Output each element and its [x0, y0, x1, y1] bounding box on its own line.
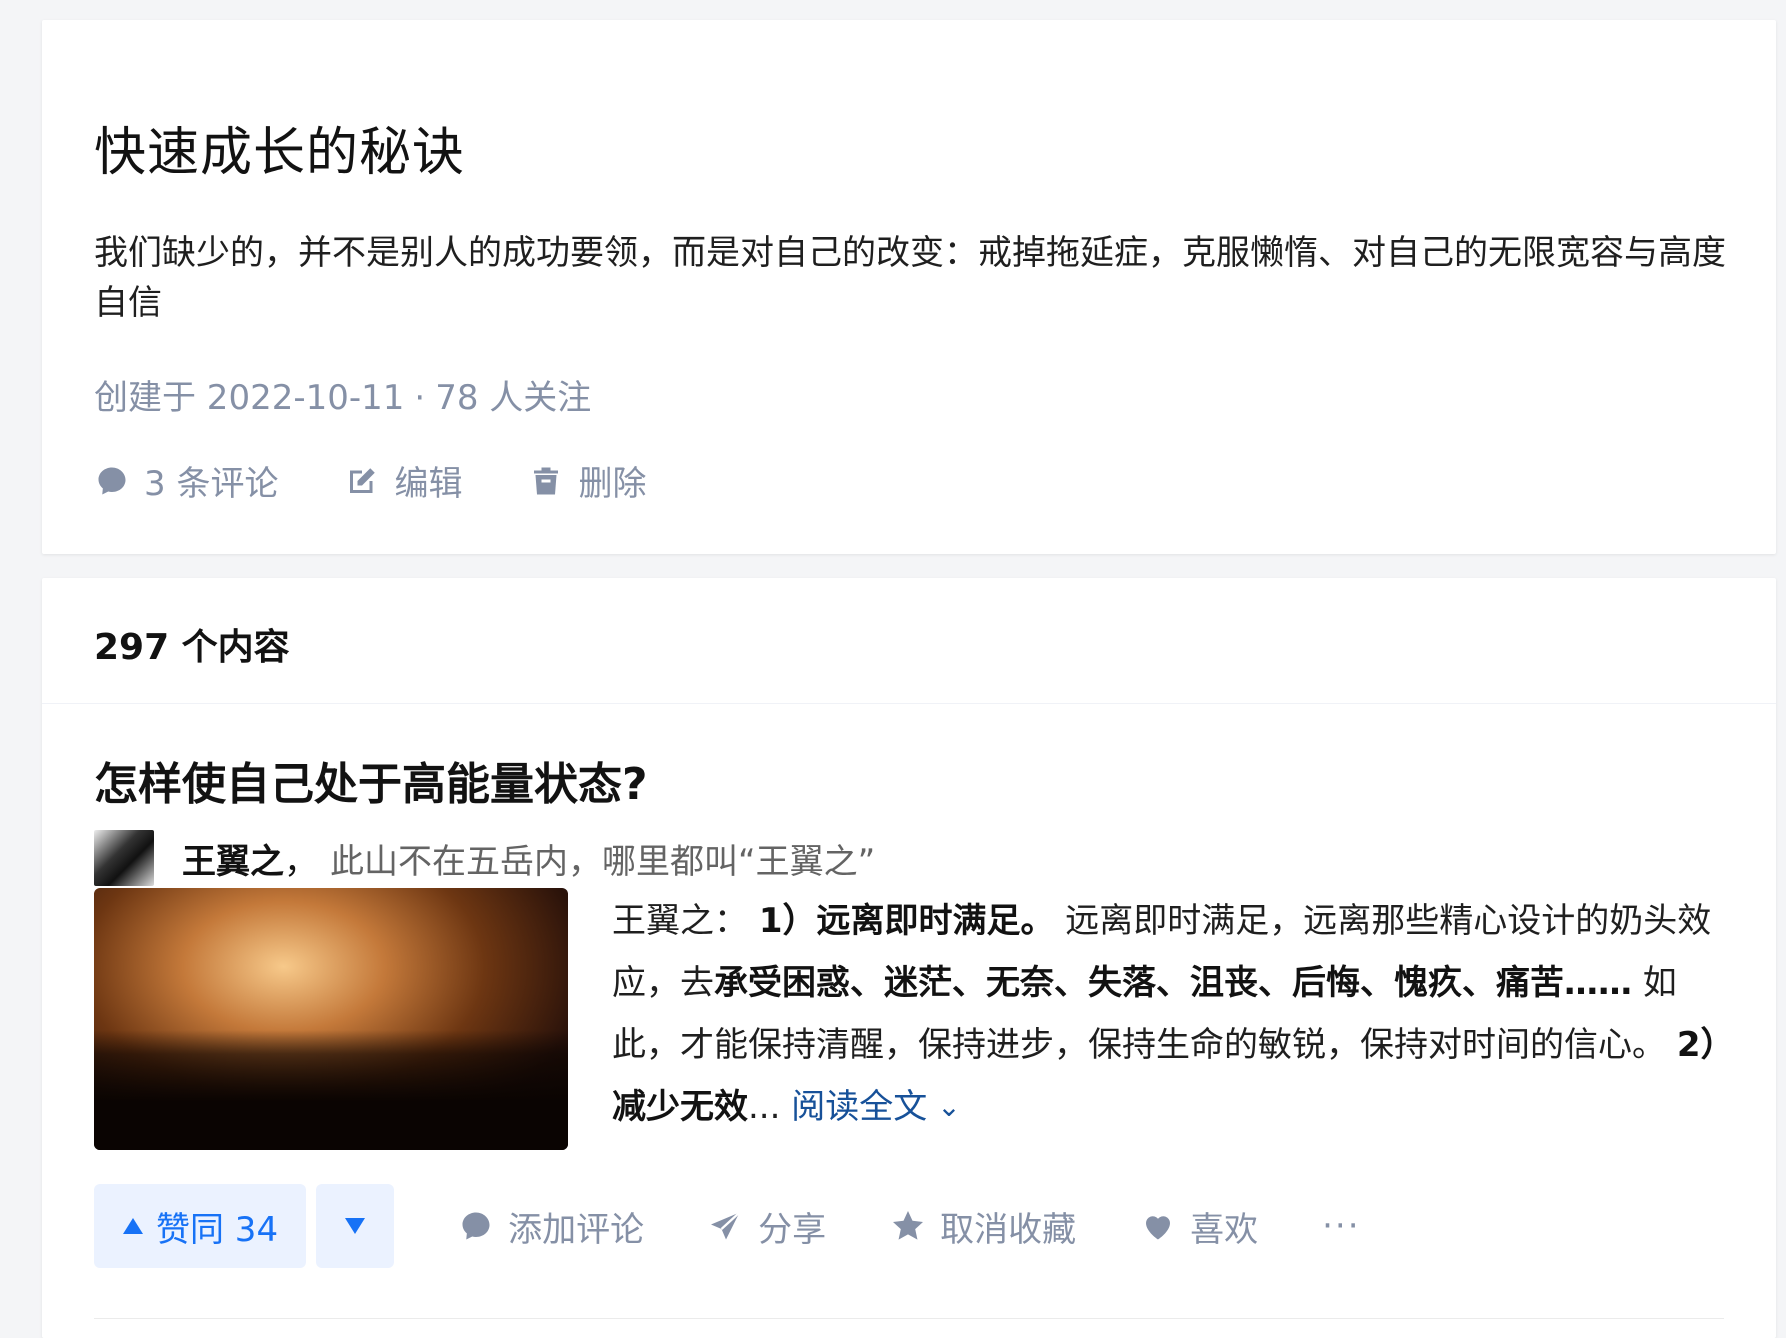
collection-description: 我们缺少的，并不是别人的成功要领，而是对自己的改变：戒掉拖延症，克服懒惰、对自己…	[94, 233, 1726, 323]
collection-meta: 创建于 2022-10-11 · 78 人关注	[94, 370, 591, 419]
author-name[interactable]: 王翼之	[182, 834, 284, 883]
read-more-label: 阅读全文	[791, 1087, 928, 1127]
add-comment-label: 添加评论	[508, 1209, 645, 1250]
excerpt-prefix: 王翼之：	[612, 901, 759, 941]
collection-title: 快速成长的秘诀	[94, 123, 466, 183]
heart-icon	[1146, 1216, 1171, 1240]
author-separator: ，	[284, 841, 318, 882]
like-button[interactable]: 喜欢	[1140, 1202, 1258, 1251]
paper-plane-icon	[711, 1211, 741, 1240]
unfavorite-button[interactable]: 取消收藏	[890, 1202, 1076, 1251]
content-count: 297 个内容	[94, 627, 290, 668]
edit-button[interactable]: 编辑	[344, 456, 462, 505]
comments-label: 3 条评论	[144, 464, 279, 504]
collection-card: 快速成长的秘诀 我们缺少的，并不是别人的成功要领，而是对自己的改变：戒掉拖延症，…	[42, 20, 1776, 554]
item-title-link[interactable]: 怎样使自己处于高能量状态?	[94, 748, 648, 812]
edit-icon	[350, 467, 376, 493]
author-row: 王翼之 ， 此山不在五岳内，哪里都叫“王翼之”	[94, 830, 875, 886]
read-more-link[interactable]: 阅读全文 ⌄	[791, 1087, 960, 1127]
more-options-button[interactable]: ···	[1322, 1206, 1360, 1246]
created-date: 创建于 2022-10-11	[94, 378, 405, 418]
delete-button[interactable]: 删除	[528, 456, 646, 505]
trash-icon	[534, 467, 559, 494]
comment-bubble-icon	[462, 1212, 490, 1240]
unfavorite-label: 取消收藏	[940, 1209, 1077, 1250]
star-icon	[893, 1211, 924, 1240]
content-count-header: 297 个内容	[42, 578, 1776, 704]
thumbnail-crowd-shadow	[94, 1030, 568, 1150]
edit-label: 编辑	[394, 464, 463, 504]
item-divider	[94, 1318, 1724, 1319]
collection-actions: 3 条评论 编辑 删除	[94, 456, 646, 505]
share-button[interactable]: 分享	[708, 1202, 826, 1251]
chevron-down-icon: ⌄	[937, 1090, 961, 1123]
upvote-button[interactable]: 赞同 34	[94, 1184, 307, 1268]
upvote-label: 赞同 34	[156, 1209, 279, 1250]
comment-bubble-icon	[98, 467, 126, 494]
content-card: 297 个内容 怎样使自己处于高能量状态? 王翼之 ， 此山不在五岳内，哪里都叫…	[42, 578, 1776, 1338]
item-thumbnail[interactable]	[94, 888, 568, 1150]
downvote-button[interactable]	[316, 1184, 395, 1268]
add-comment-button[interactable]: 添加评论	[458, 1202, 644, 1251]
excerpt-ellipsis: ...	[748, 1087, 781, 1127]
triangle-up-icon	[123, 1218, 143, 1234]
avatar[interactable]	[94, 830, 154, 886]
follower-count: 78 人关注	[435, 378, 592, 418]
excerpt-bold-2: 承受困惑、迷茫、无奈、失落、沮丧、后悔、愧疚、痛苦……	[714, 963, 1632, 1003]
triangle-down-icon	[345, 1218, 366, 1234]
share-label: 分享	[758, 1209, 827, 1250]
item-actions: 赞同 34 添加评论 分享 取消收藏 喜欢 ···	[94, 1184, 1361, 1268]
delete-label: 删除	[578, 464, 647, 504]
comments-button[interactable]: 3 条评论	[94, 456, 278, 505]
author-bio: 此山不在五岳内，哪里都叫“王翼之”	[330, 841, 876, 882]
meta-dot: ·	[414, 378, 426, 418]
excerpt-bold-1: 1）远离即时满足。	[758, 901, 1055, 941]
like-label: 喜欢	[1190, 1209, 1259, 1250]
item-secondary-actions: 添加评论 分享 取消收藏 喜欢 ···	[458, 1202, 1360, 1251]
item-excerpt[interactable]: 王翼之： 1）远离即时满足。 远离即时满足，远离那些精心设计的奶头效应，去承受困…	[612, 890, 1742, 1140]
